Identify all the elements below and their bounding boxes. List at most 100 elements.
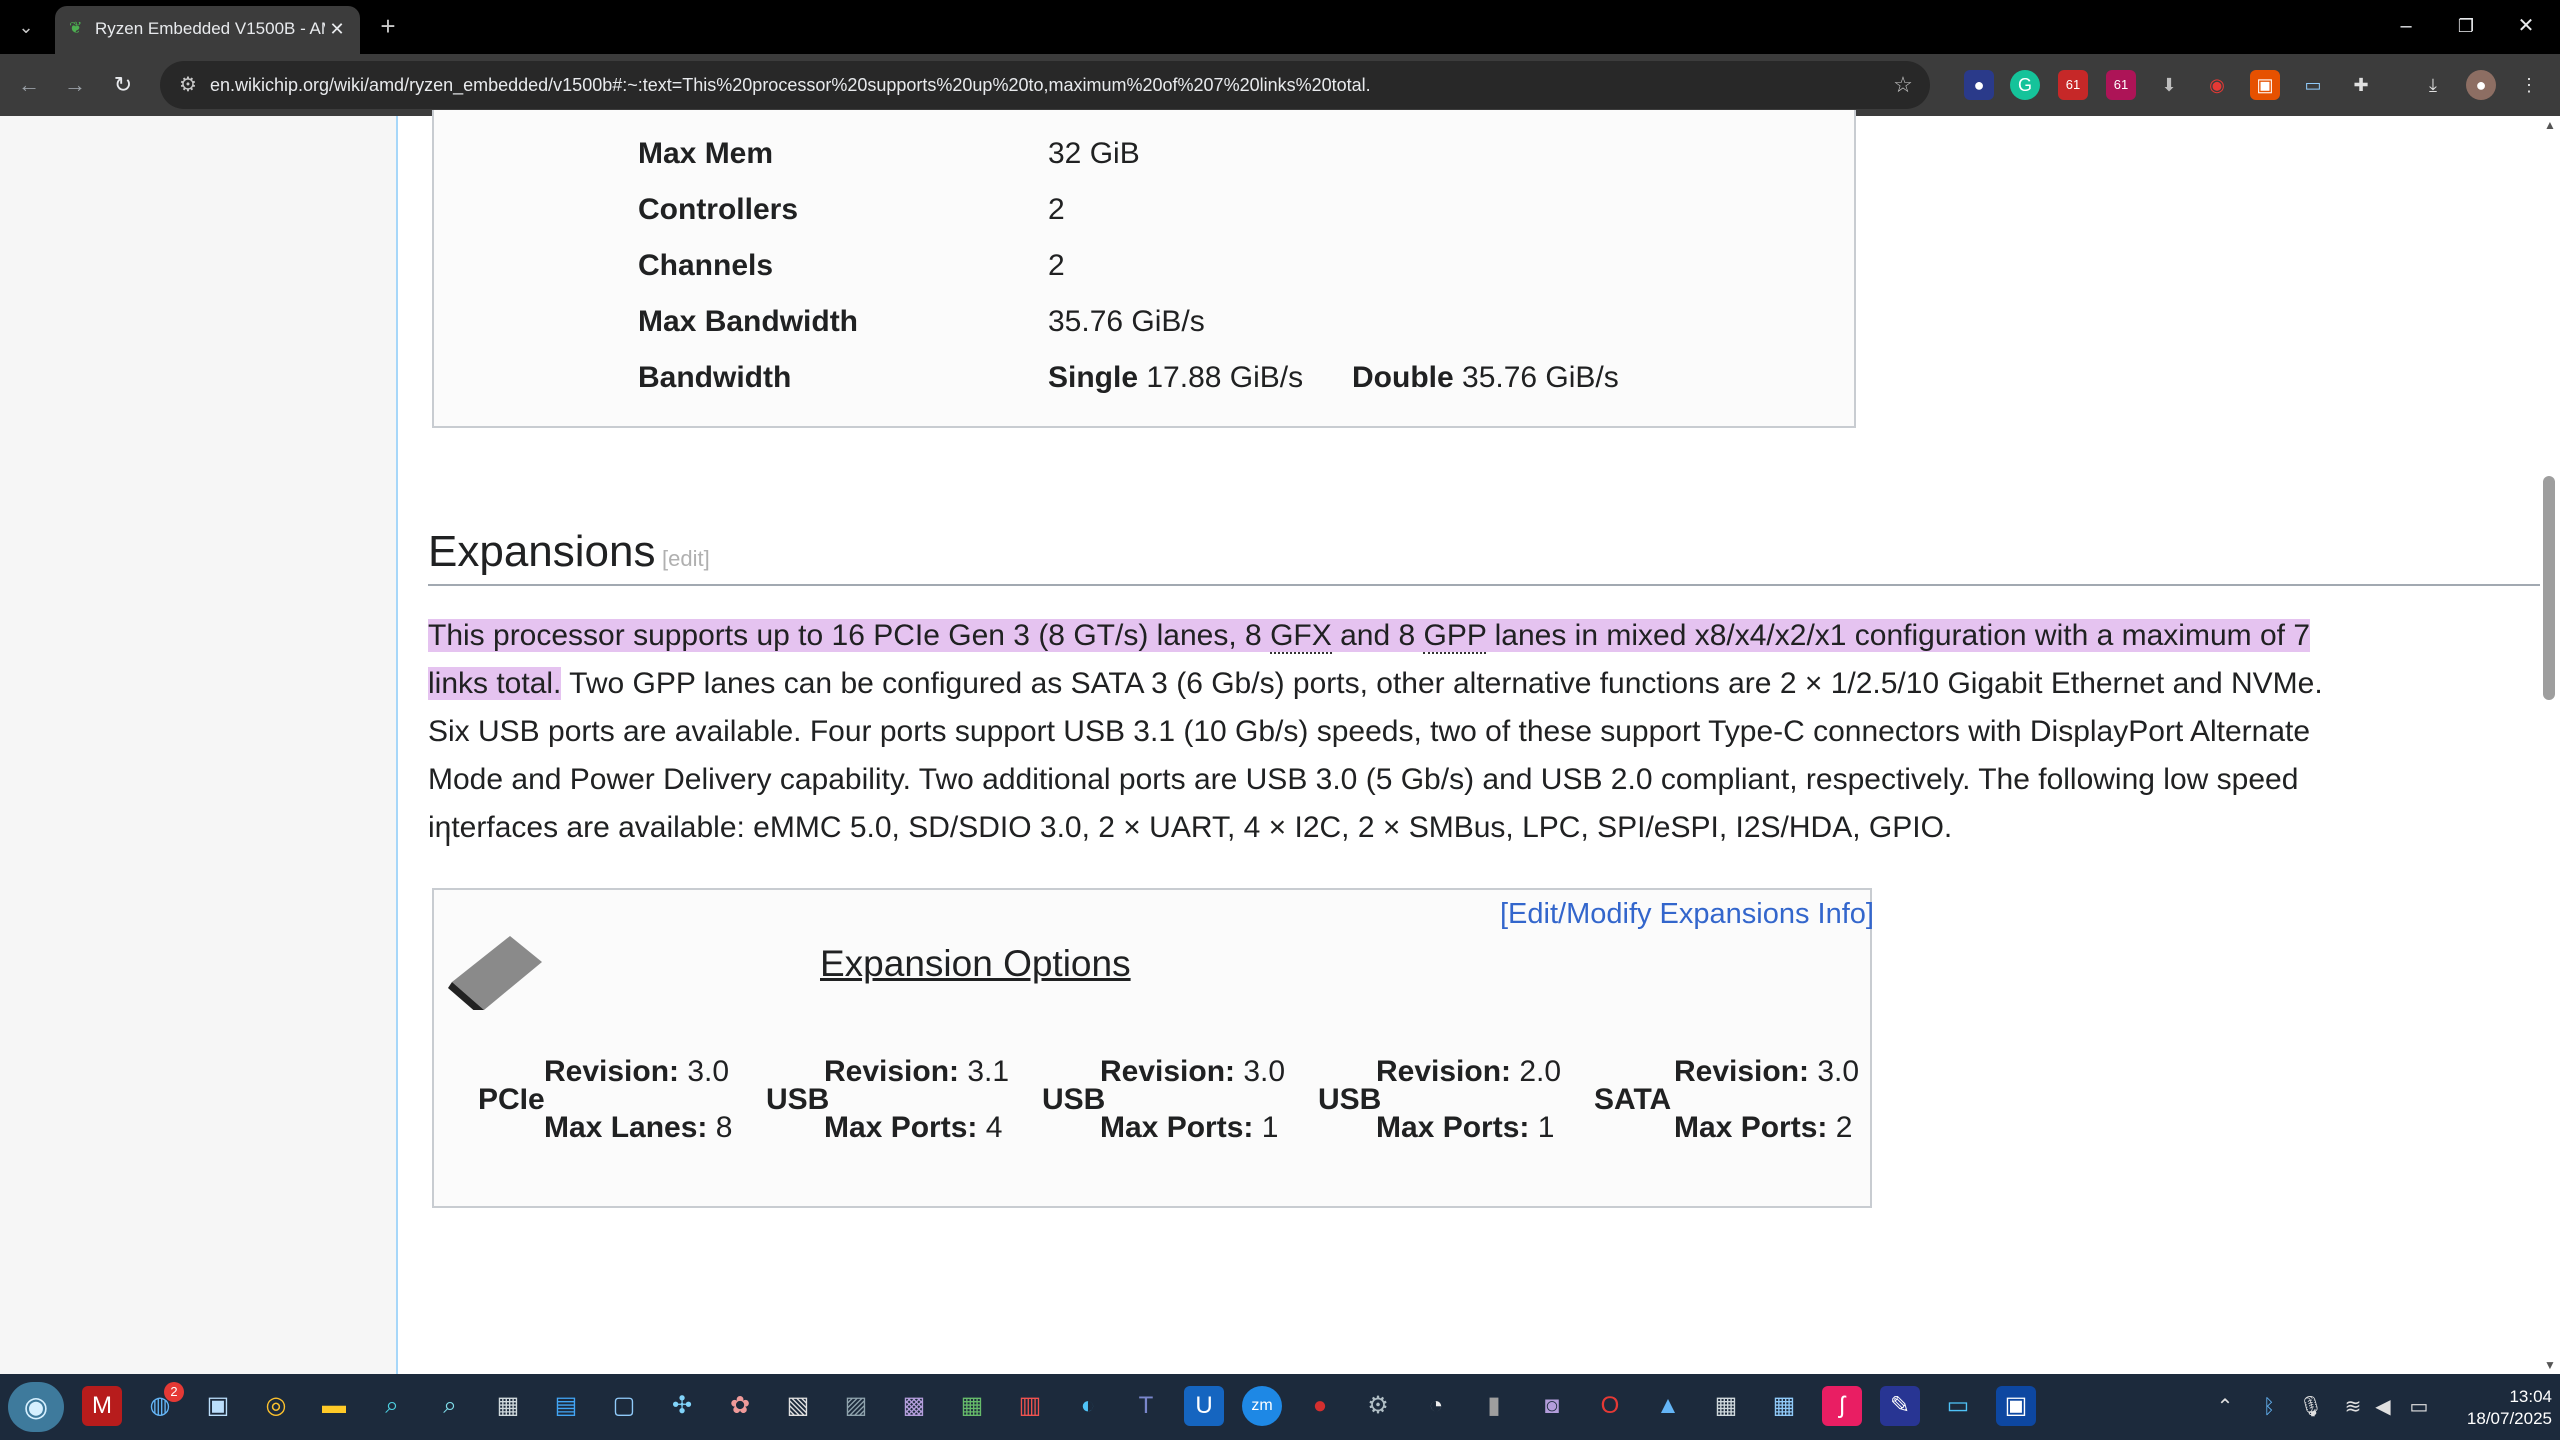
teams-app-icon[interactable]: T [1126, 1386, 1166, 1426]
calendar-red-icon[interactable]: ▥ [1010, 1386, 1050, 1426]
wifi-icon[interactable]: ≋ [2338, 1392, 2368, 1422]
terminal-app-icon[interactable]: ▣ [1996, 1386, 2036, 1426]
bus-max-value: 8 [715, 1111, 733, 1144]
start-button[interactable]: ◉ [8, 1382, 64, 1432]
chrome-icon[interactable]: ◎ [256, 1386, 296, 1426]
scrollbar-thumb[interactable] [2543, 476, 2555, 700]
editor-app-icon[interactable]: ▨ [836, 1386, 876, 1426]
bus-max: Max Ports: 1 [1376, 1108, 1554, 1148]
wikichip-favicon-icon: ❦ [69, 20, 83, 37]
network-app-icon[interactable]: ✣ [662, 1386, 702, 1426]
expansion-options-table: [Edit/Modify Expansions Info] Expansion … [432, 888, 1874, 1208]
volume-icon[interactable]: ◀ [2368, 1392, 2398, 1422]
highlight-part-2: and 8 [1331, 619, 1424, 652]
profile-avatar[interactable]: ● [2466, 70, 2496, 100]
bus-max-label: Max Ports: [1100, 1111, 1254, 1144]
extension-blue-icon[interactable]: ● [1964, 70, 1994, 100]
file-explorer-icon[interactable]: ▬ [314, 1386, 354, 1426]
window-app-icon[interactable]: ▢ [604, 1386, 644, 1426]
section-edit-link[interactable]: [edit] [662, 544, 710, 574]
downloads-icon[interactable]: ⤓ [2418, 70, 2448, 100]
search-app-icon[interactable]: ⌕ [372, 1386, 412, 1426]
grammarly-icon[interactable]: G [2010, 70, 2040, 100]
keyboard-app-icon[interactable]: ▦ [488, 1386, 528, 1426]
gpp-abbreviation[interactable]: GPP [1423, 619, 1487, 654]
bus-max-value: 2 [1835, 1111, 1853, 1144]
scroll-down-icon[interactable]: ▼ [2540, 1356, 2560, 1374]
address-bar[interactable]: ⚙ en.wikichip.org/wiki/amd/ryzen_embedde… [160, 61, 1930, 109]
extension-screen-icon[interactable]: ▭ [2298, 70, 2328, 100]
taskbar-clock-date[interactable]: 18/07/2025 [2432, 1408, 2552, 1430]
remote-app-icon[interactable]: ▩ [894, 1386, 934, 1426]
bluetooth-icon[interactable]: ᛒ [2254, 1392, 2284, 1422]
taskbar-clock-time[interactable]: 13:04 [2462, 1386, 2552, 1408]
bandwidth-double: Double 35.76 GiB/s [1352, 358, 1619, 398]
bus-revision-label: Revision: [1376, 1055, 1512, 1088]
battery-icon[interactable]: ▭ [2404, 1392, 2434, 1422]
app-icon-window[interactable]: ▣ [198, 1386, 238, 1426]
restore-button[interactable]: ❐ [2446, 8, 2486, 44]
settings-app-icon[interactable]: ✿ [720, 1386, 760, 1426]
pink-app-icon[interactable]: ʃ [1822, 1386, 1862, 1426]
clock-app-icon[interactable]: ◔ [1416, 1386, 1456, 1426]
opera-app-icon[interactable]: O [1590, 1386, 1630, 1426]
back-button[interactable]: ← [10, 66, 48, 104]
app-icon-red-shield[interactable]: M [82, 1386, 122, 1426]
microphone-icon[interactable]: 🎙 [2296, 1392, 2326, 1422]
edge-app-icon[interactable]: ◐ [1068, 1386, 1108, 1426]
tab-search-button[interactable]: ⌄ [10, 12, 42, 42]
bus-max-value: 4 [985, 1111, 1003, 1144]
chrome-menu-icon[interactable]: ⋮ [2514, 70, 2544, 100]
spec-value: 35.76 GiB/s [1048, 305, 1205, 338]
url-text[interactable]: en.wikichip.org/wiki/amd/ryzen_embedded/… [210, 72, 1860, 98]
close-window-button[interactable]: ✕ [2506, 8, 2546, 44]
chart-app-icon[interactable]: ▲ [1648, 1386, 1688, 1426]
site-info-icon[interactable]: ⚙ [174, 71, 202, 99]
minimize-button[interactable]: – [2386, 8, 2426, 44]
reload-button[interactable]: ↻ [104, 66, 142, 104]
grid-app-icon[interactable]: ▦ [1764, 1386, 1804, 1426]
scroll-up-icon[interactable]: ▲ [2540, 116, 2560, 134]
windows-taskbar: ◉ M ◍ 2 ▣ ◎ ▬ ⌕ ⌕ ▦ ▤ ▢ ✣ ✿ ▧ ▨ ▩ ▦ ▥ ◐ … [0, 1374, 2560, 1440]
extension-orange-icon[interactable]: ▣ [2250, 70, 2280, 100]
bookmark-star-icon[interactable]: ☆ [1888, 70, 1918, 100]
calendar-app-icon[interactable]: ▤ [546, 1386, 586, 1426]
spreadsheet-app-icon[interactable]: ▦ [952, 1386, 992, 1426]
new-tab-button[interactable]: + [372, 10, 404, 42]
document-app-icon[interactable]: ▧ [778, 1386, 818, 1426]
zoom-app-icon[interactable]: zm [1242, 1386, 1282, 1426]
u-app-icon[interactable]: U [1184, 1386, 1224, 1426]
bus-max: Max Lanes: 8 [544, 1108, 732, 1148]
blue-app-icon[interactable]: ✎ [1880, 1386, 1920, 1426]
page-scrollbar[interactable] [2540, 116, 2560, 1374]
monitor-app-icon[interactable]: ▭ [1938, 1386, 1978, 1426]
bus-max-value: 1 [1261, 1111, 1279, 1144]
extension-download-icon[interactable]: ⬇ [2154, 70, 2184, 100]
record-app-icon[interactable]: ● [1300, 1386, 1340, 1426]
extension-badge-icon[interactable]: 61 [2058, 70, 2088, 100]
extension-record-icon[interactable]: ◉ [2202, 70, 2232, 100]
bus-max-label: Max Ports: [824, 1111, 978, 1144]
bus-revision-value: 3.0 [1243, 1055, 1286, 1088]
calculator-app-icon[interactable]: ▦ [1706, 1386, 1746, 1426]
spec-label: Max Bandwidth [638, 305, 859, 338]
spec-label: Bandwidth [638, 361, 792, 394]
bus-max: Max Ports: 4 [824, 1108, 1002, 1148]
usb-app-icon[interactable]: ▮ [1474, 1386, 1514, 1426]
bus-revision-label: Revision: [544, 1055, 680, 1088]
gfx-abbreviation[interactable]: GFX [1270, 619, 1332, 654]
tray-expand-icon[interactable]: ⌃ [2210, 1392, 2240, 1422]
spec-value: 32 GiB [1048, 137, 1140, 170]
extensions-puzzle-icon[interactable]: ✚ [2346, 70, 2376, 100]
extension-badge-icon-2[interactable]: 61 [2106, 70, 2136, 100]
edit-expansions-info-link[interactable]: [Edit/Modify Expansions Info] [1500, 894, 1874, 934]
bus-max-label: Max Ports: [1376, 1111, 1530, 1144]
network-tool-icon[interactable]: ⚙ [1358, 1386, 1398, 1426]
bus-name: USB [1042, 1083, 1106, 1116]
tab-close-icon[interactable]: ✕ [325, 17, 349, 41]
search-app-icon-2[interactable]: ⌕ [430, 1386, 470, 1426]
video-app-icon[interactable]: ◙ [1532, 1386, 1572, 1426]
section-heading-expansions: Expansions [428, 527, 656, 576]
forward-button[interactable]: → [56, 66, 94, 104]
active-tab[interactable]: ❦ Ryzen Embedded V1500B - AMD ✕ [55, 6, 360, 54]
